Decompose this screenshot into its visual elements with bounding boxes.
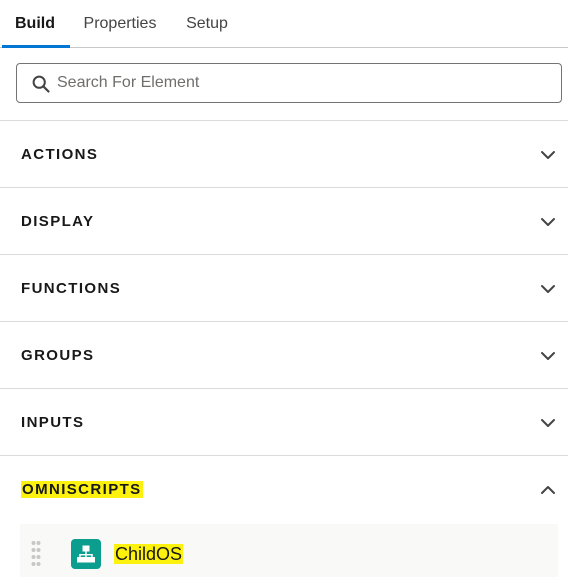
chevron-down-icon[interactable] — [540, 281, 556, 297]
tab-bar: Build Properties Setup — [0, 0, 568, 48]
section-label: ACTIONS — [21, 145, 99, 163]
section-display[interactable]: DISPLAY — [0, 187, 568, 254]
section-label: DISPLAY — [21, 212, 95, 230]
tab-setup[interactable]: Setup — [170, 0, 244, 47]
hierarchy-icon — [71, 539, 101, 569]
search-container — [0, 48, 568, 120]
chevron-down-icon[interactable] — [540, 214, 556, 230]
omniscript-item-label: ChildOS — [114, 544, 184, 564]
search-box — [16, 63, 562, 103]
drag-handle-icon[interactable] — [31, 540, 41, 566]
section-inputs[interactable]: INPUTS — [0, 388, 568, 455]
section-label: INPUTS — [21, 413, 85, 431]
search-icon — [32, 75, 50, 93]
section-functions[interactable]: FUNCTIONS — [0, 254, 568, 321]
section-groups[interactable]: GROUPS — [0, 321, 568, 388]
search-input[interactable] — [57, 64, 557, 102]
section-omniscripts[interactable]: OMNISCRIPTS — [0, 455, 568, 522]
section-label: OMNISCRIPTS — [21, 480, 143, 498]
omniscript-item[interactable]: ChildOS — [20, 524, 558, 577]
section-label: FUNCTIONS — [21, 279, 122, 297]
tab-build[interactable]: Build — [0, 0, 70, 48]
chevron-down-icon[interactable] — [540, 147, 556, 163]
section-label: GROUPS — [21, 346, 95, 364]
section-actions[interactable]: ACTIONS — [0, 120, 568, 187]
chevron-up-icon[interactable] — [540, 482, 556, 498]
element-panel: Build Properties Setup ACTIONS DISPLAY F… — [0, 0, 568, 577]
chevron-down-icon[interactable] — [540, 415, 556, 431]
tab-properties[interactable]: Properties — [70, 0, 170, 47]
chevron-down-icon[interactable] — [540, 348, 556, 364]
